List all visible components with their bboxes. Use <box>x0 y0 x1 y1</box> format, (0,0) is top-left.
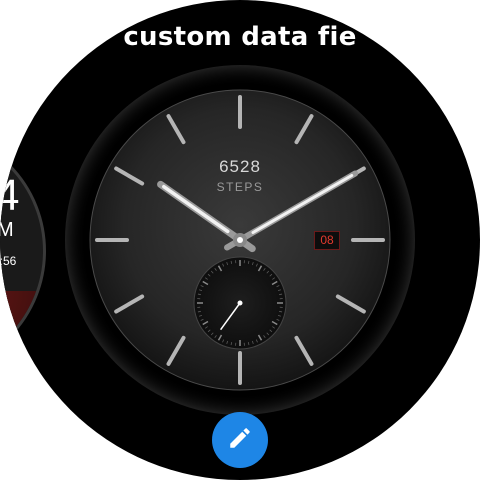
watch-face-graphic <box>65 65 415 415</box>
page-title: custom data fie <box>123 22 357 52</box>
preview-big-text: 4 <box>0 171 19 221</box>
preview-red-band <box>0 291 43 371</box>
center-pin <box>237 237 243 243</box>
watch-face[interactable] <box>65 65 415 415</box>
preview-mid-text: M <box>0 219 14 242</box>
date-complication[interactable]: 08 <box>314 231 340 250</box>
previous-watchface-preview[interactable]: 4 M 9:56 <box>0 128 46 374</box>
steps-complication-label: STEPS <box>216 180 264 194</box>
preview-small-text: 9:56 <box>0 254 17 268</box>
steps-complication-value[interactable]: 6528 <box>190 157 290 177</box>
subdial-pin <box>237 300 243 306</box>
pencil-icon <box>227 425 253 456</box>
edit-button[interactable] <box>212 412 268 468</box>
watch-screen: 4 M 9:56 custom data fie <box>0 0 480 480</box>
